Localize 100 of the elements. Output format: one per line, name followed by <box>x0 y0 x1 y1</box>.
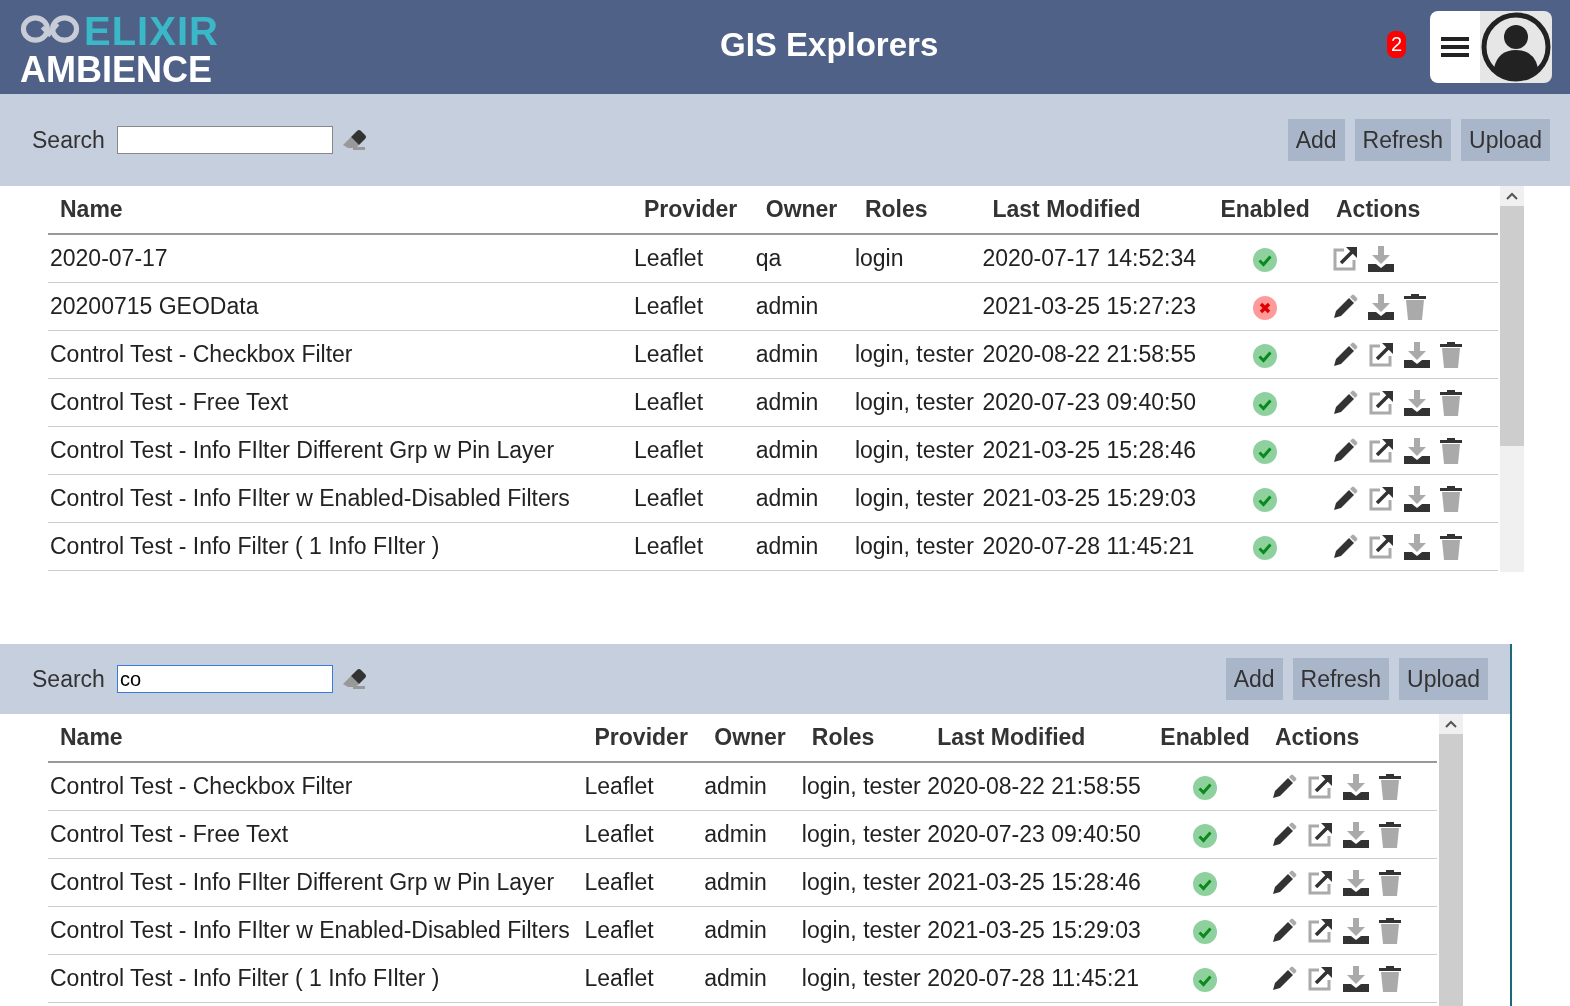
download-icon[interactable] <box>1404 437 1430 464</box>
download-icon[interactable] <box>1404 485 1430 512</box>
download-icon[interactable] <box>1404 389 1430 416</box>
table-cell: login, tester <box>799 858 926 907</box>
external-link-icon[interactable] <box>1368 389 1394 416</box>
download-icon[interactable] <box>1343 917 1369 944</box>
table-cell: Control Test - Info FIlter w Enabled-Disabled Filters <box>48 474 632 523</box>
pencil-icon[interactable] <box>1332 437 1358 464</box>
download-icon[interactable] <box>1404 533 1430 560</box>
table-cell: Leaflet <box>582 906 703 955</box>
pencil-icon[interactable] <box>1271 965 1297 992</box>
table-cell: admin <box>702 762 800 811</box>
table-cell: Leaflet <box>632 234 754 283</box>
table-cell: login, tester <box>852 378 981 427</box>
table-cell: login, tester <box>799 954 926 1003</box>
trash-icon[interactable] <box>1440 389 1462 416</box>
download-icon[interactable] <box>1368 293 1394 320</box>
external-link-icon[interactable] <box>1307 821 1333 848</box>
column-header: Owner <box>753 186 853 234</box>
trash-icon[interactable] <box>1440 485 1462 512</box>
menu-icon <box>1441 35 1469 59</box>
trash-icon[interactable] <box>1379 869 1401 896</box>
column-header: Provider <box>632 186 754 234</box>
user-avatar-button[interactable] <box>1480 11 1552 83</box>
table-cell: Leaflet <box>582 954 703 1003</box>
trash-icon[interactable] <box>1404 293 1426 320</box>
table-cell: Control Test - Info FIlter Different Grp w Pin Layer <box>48 858 583 907</box>
table-cell: 2021-03-25 15:27:23 <box>980 282 1207 331</box>
trash-icon[interactable] <box>1379 917 1401 944</box>
table-cell: login <box>852 234 981 283</box>
download-icon[interactable] <box>1343 821 1369 848</box>
pencil-icon[interactable] <box>1271 917 1297 944</box>
trash-icon[interactable] <box>1440 341 1462 368</box>
search-field[interactable] <box>116 126 333 154</box>
table-cell: Control Test - Info Filter ( 1 Info FIlter ) <box>48 522 632 571</box>
user-avatar-icon <box>1481 12 1551 82</box>
external-link-icon[interactable] <box>1368 533 1394 560</box>
logo-icon <box>20 13 80 45</box>
column-header: Last Modified <box>925 714 1148 762</box>
table-cell: 2020-07-28 11:45:21 <box>925 954 1148 1003</box>
table-cell: Control Test - Checkbox Filter <box>48 762 583 811</box>
table-cell: admin <box>702 954 800 1003</box>
trash-icon[interactable] <box>1440 533 1462 560</box>
pencil-icon[interactable] <box>1271 869 1297 896</box>
external-link-icon[interactable] <box>1368 485 1394 512</box>
external-link-icon[interactable] <box>1368 437 1394 464</box>
external-link-icon[interactable] <box>1368 341 1394 368</box>
scroll-up-icon[interactable] <box>1445 720 1457 728</box>
external-link-icon[interactable] <box>1332 245 1358 272</box>
toolbar-button[interactable]: Refresh <box>1292 658 1390 700</box>
scroll-up-icon[interactable] <box>1506 192 1518 200</box>
trash-icon[interactable] <box>1379 773 1401 800</box>
trash-icon[interactable] <box>1379 821 1401 848</box>
toolbar-button[interactable]: Refresh <box>1354 119 1452 161</box>
toolbar-button[interactable]: Upload <box>1461 119 1550 161</box>
external-link-icon[interactable] <box>1307 965 1333 992</box>
table-cell: Leaflet <box>632 330 754 379</box>
pencil-icon[interactable] <box>1332 293 1358 320</box>
external-link-icon[interactable] <box>1307 773 1333 800</box>
table-cell: admin <box>753 426 853 475</box>
table-cell: admin <box>753 474 853 523</box>
pencil-icon[interactable] <box>1332 485 1358 512</box>
table-cell: 2021-03-25 15:29:03 <box>980 474 1207 523</box>
scrollbar-thumb[interactable] <box>1500 206 1524 446</box>
download-icon[interactable] <box>1368 245 1394 272</box>
download-icon[interactable] <box>1343 965 1369 992</box>
column-header: Roles <box>852 186 981 234</box>
table-cell: Leaflet <box>632 282 754 331</box>
column-header: Enabled <box>1147 714 1263 762</box>
external-link-icon[interactable] <box>1307 917 1333 944</box>
table-cell: 2020-07-17 14:52:34 <box>980 234 1207 283</box>
column-header: Roles <box>799 714 926 762</box>
menu-button[interactable] <box>1430 11 1480 83</box>
scrollbar[interactable] <box>1500 186 1524 572</box>
toolbar-button[interactable]: Add <box>1287 119 1345 161</box>
pencil-icon[interactable] <box>1332 533 1358 560</box>
pencil-icon[interactable] <box>1271 821 1297 848</box>
table-cell: login, tester <box>852 426 981 475</box>
toolbar-button[interactable]: Add <box>1225 658 1283 700</box>
pencil-icon[interactable] <box>1332 341 1358 368</box>
download-icon[interactable] <box>1343 869 1369 896</box>
search-field[interactable]: co <box>116 665 333 693</box>
trash-icon[interactable] <box>1379 965 1401 992</box>
table-cell: login, tester <box>852 522 981 571</box>
download-icon[interactable] <box>1343 773 1369 800</box>
table-cell: admin <box>702 858 800 907</box>
trash-icon[interactable] <box>1440 437 1462 464</box>
pencil-icon[interactable] <box>1271 773 1297 800</box>
toolbar-button[interactable]: Upload <box>1399 658 1488 700</box>
table-cell: 2020-08-22 21:58:55 <box>980 330 1207 379</box>
table-cell: Control Test - Info FIlter w Enabled-Disabled Filters <box>48 906 583 955</box>
column-header: Name <box>48 714 583 762</box>
download-icon[interactable] <box>1404 341 1430 368</box>
column-header: Enabled <box>1206 186 1324 234</box>
column-header: Last Modified <box>980 186 1207 234</box>
table-cell: Control Test - Info FIlter Different Grp w Pin Layer <box>48 426 632 475</box>
notification-badge[interactable]: 2 <box>1387 31 1407 58</box>
table-cell: 2020-07-23 09:40:50 <box>925 810 1148 859</box>
external-link-icon[interactable] <box>1307 869 1333 896</box>
pencil-icon[interactable] <box>1332 389 1358 416</box>
